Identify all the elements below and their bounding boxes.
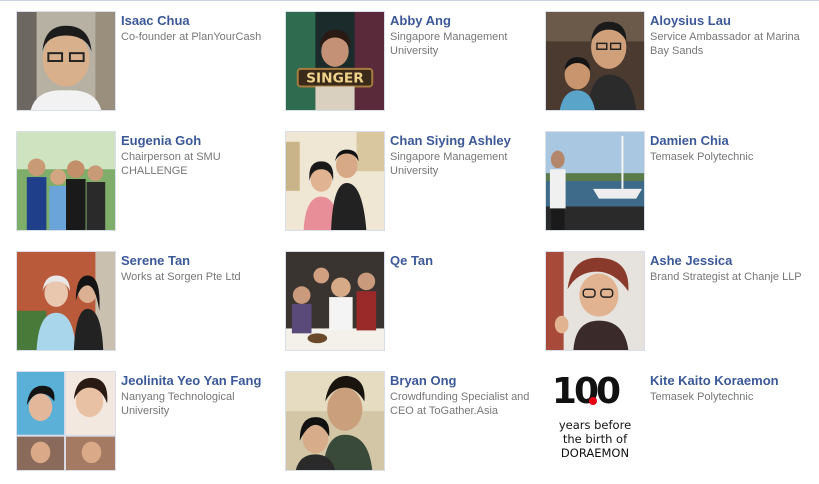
collage-photo-icon [17,372,115,470]
friend-card: Qe Tan [285,251,545,355]
portrait-photo-icon: SINGER [286,12,384,110]
logo-line3: DORAEMON [561,446,629,460]
friend-name-link[interactable]: Isaac Chua [121,13,281,28]
friend-description: Brand Strategist at Chanje LLP [650,271,802,283]
portrait-photo-icon [546,12,644,110]
sign-text: SINGER [306,71,364,87]
profile-photo[interactable] [16,11,116,111]
portrait-photo-icon [286,132,384,230]
profile-photo[interactable] [16,371,116,471]
portrait-photo-icon [546,252,644,350]
group-photo-icon [286,252,384,350]
profile-photo[interactable]: SINGER [285,11,385,111]
friend-description: Singapore Management University [390,31,508,57]
friend-card: Aloysius Lau Service Ambassador at Marin… [545,11,805,115]
friend-card: Ashe Jessica Brand Strategist at Chanje … [545,251,805,355]
friends-grid: Isaac Chua Co-founder at PlanYourCash SI… [0,0,819,484]
profile-photo[interactable] [285,371,385,471]
friend-card: SINGER Abby Ang Singapore Management Uni… [285,11,545,115]
friend-name-link[interactable]: Kite Kaito Koraemon [650,373,810,388]
friend-name-link[interactable]: Ashe Jessica [650,253,810,268]
friend-card: Damien Chia Temasek Polytechnic [545,131,805,235]
friend-description: Singapore Management University [390,151,508,177]
friend-card: Isaac Chua Co-founder at PlanYourCash [16,11,276,115]
friend-description: Crowdfunding Specialist and CEO at ToGat… [390,391,530,417]
friend-card: Jeolinita Yeo Yan Fang Nanyang Technolog… [16,371,276,475]
friend-name-link[interactable]: Serene Tan [121,253,281,268]
profile-photo[interactable] [285,251,385,351]
friend-name-link[interactable]: Abby Ang [390,13,550,28]
boat-photo-icon [546,132,644,230]
logo-red-nose [589,397,597,405]
friend-name-link[interactable]: Eugenia Goh [121,133,281,148]
friend-card: Serene Tan Works at Sorgen Pte Ltd [16,251,276,355]
portrait-photo-icon [17,12,115,110]
profile-photo[interactable] [285,131,385,231]
logo-line1: years before [559,418,631,432]
friend-description: Works at Sorgen Pte Ltd [121,271,241,283]
profile-photo[interactable] [545,131,645,231]
friend-name-link[interactable]: Chan Siying Ashley [390,133,550,148]
portrait-photo-icon [286,372,384,470]
profile-photo[interactable] [16,251,116,351]
logo-line2: the birth of [563,432,628,446]
profile-photo[interactable] [16,131,116,231]
profile-photo[interactable] [545,11,645,111]
friend-name-link[interactable]: Bryan Ong [390,373,550,388]
friend-description: Temasek Polytechnic [650,391,754,403]
profile-photo[interactable]: 100 years before the birth of DORAEMON [545,371,645,471]
friend-card: Bryan Ong Crowdfunding Specialist and CE… [285,371,545,475]
friend-name-link[interactable]: Qe Tan [390,253,550,268]
friend-description: Service Ambassador at Marina Bay Sands [650,31,800,57]
logo-100-years-icon: 100 years before the birth of DORAEMON [545,371,645,471]
friend-description: Nanyang Technological University [121,391,235,417]
friend-card: 100 years before the birth of DORAEMON K… [545,371,805,475]
friend-name-link[interactable]: Jeolinita Yeo Yan Fang [121,373,281,388]
logo-number: 100 [552,371,620,412]
friend-description: Chairperson at SMU CHALLENGE [121,151,221,177]
friend-description: Co-founder at PlanYourCash [121,31,262,43]
profile-photo[interactable] [545,251,645,351]
friend-card: Chan Siying Ashley Singapore Management … [285,131,545,235]
friend-card: Eugenia Goh Chairperson at SMU CHALLENGE [16,131,276,235]
group-photo-icon [17,132,115,230]
friend-name-link[interactable]: Aloysius Lau [650,13,810,28]
friend-description: Temasek Polytechnic [650,151,754,163]
portrait-photo-icon [17,252,115,350]
friend-name-link[interactable]: Damien Chia [650,133,810,148]
